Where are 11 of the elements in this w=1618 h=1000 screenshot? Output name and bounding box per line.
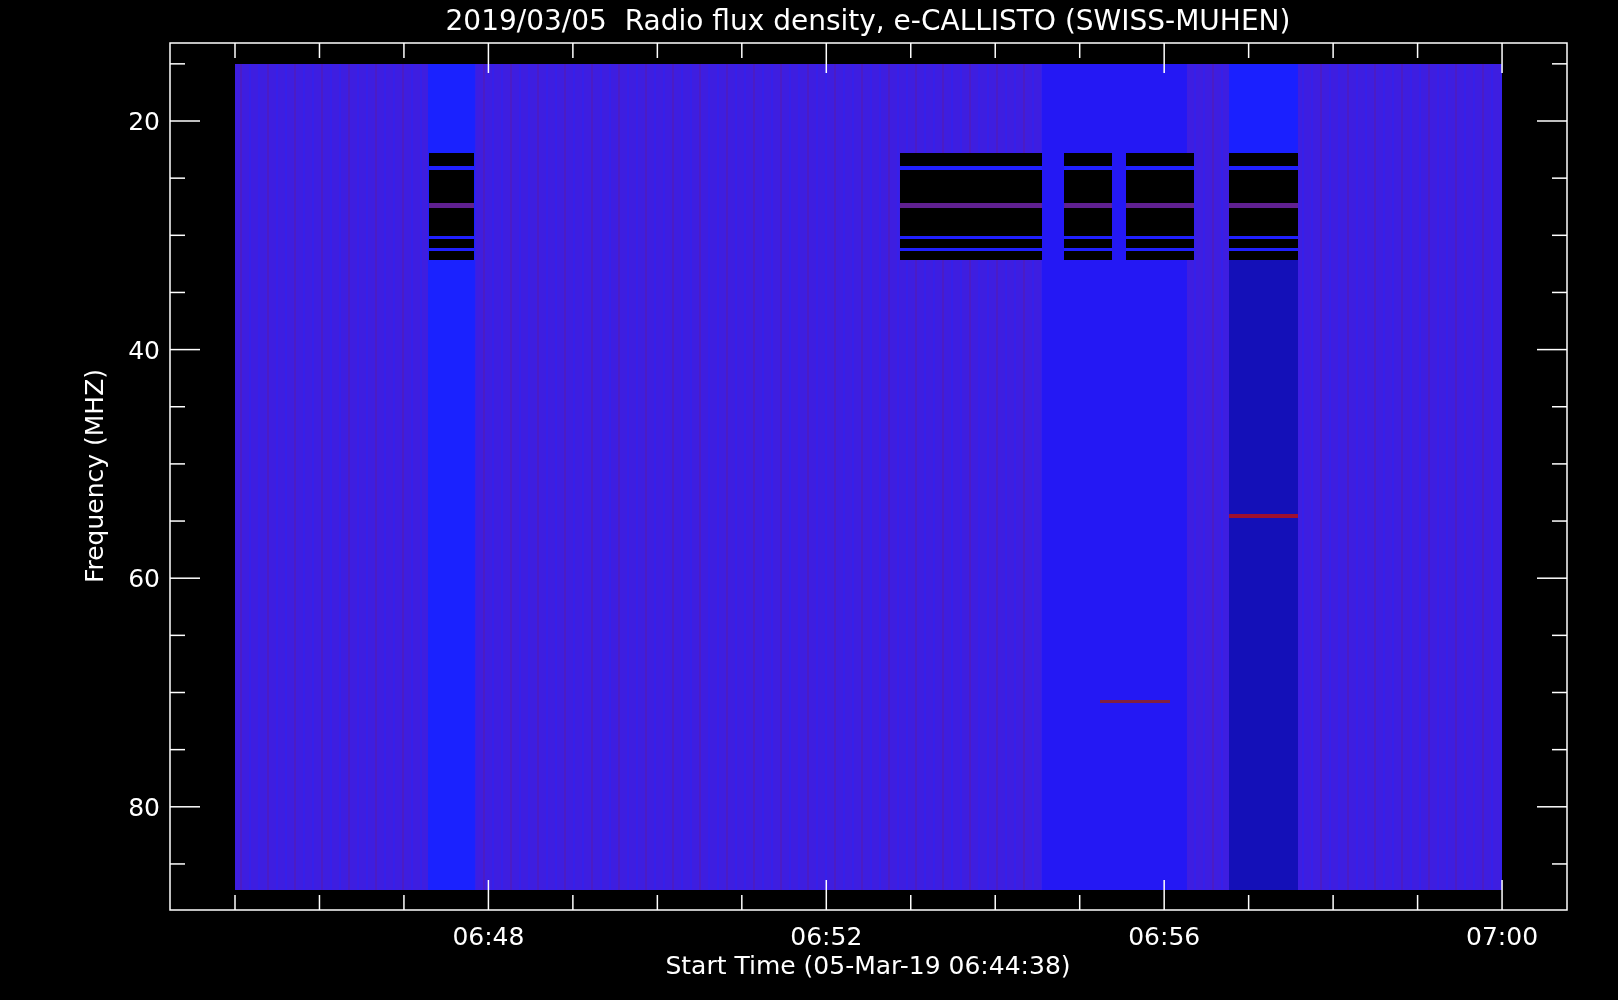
chart-title: 2019/03/05 Radio flux density, e-CALLISTO (SWISS-MUHEN): [445, 4, 1291, 37]
y-tick-label: 20: [128, 107, 160, 136]
x-axis-label: Start Time (05-Mar-19 06:44:38): [665, 951, 1071, 980]
y-tick-label: 60: [128, 564, 160, 594]
x-tick-label: 06:52: [790, 922, 863, 951]
x-tick-label: 06:56: [1128, 922, 1201, 951]
y-tick-label: 40: [128, 335, 160, 365]
y-axis-label: Frequency (MHZ): [80, 368, 109, 584]
x-tick-label: 06:48: [452, 922, 525, 951]
x-tick-label: 07:00: [1466, 922, 1539, 951]
y-tick-label: 80: [128, 792, 160, 822]
